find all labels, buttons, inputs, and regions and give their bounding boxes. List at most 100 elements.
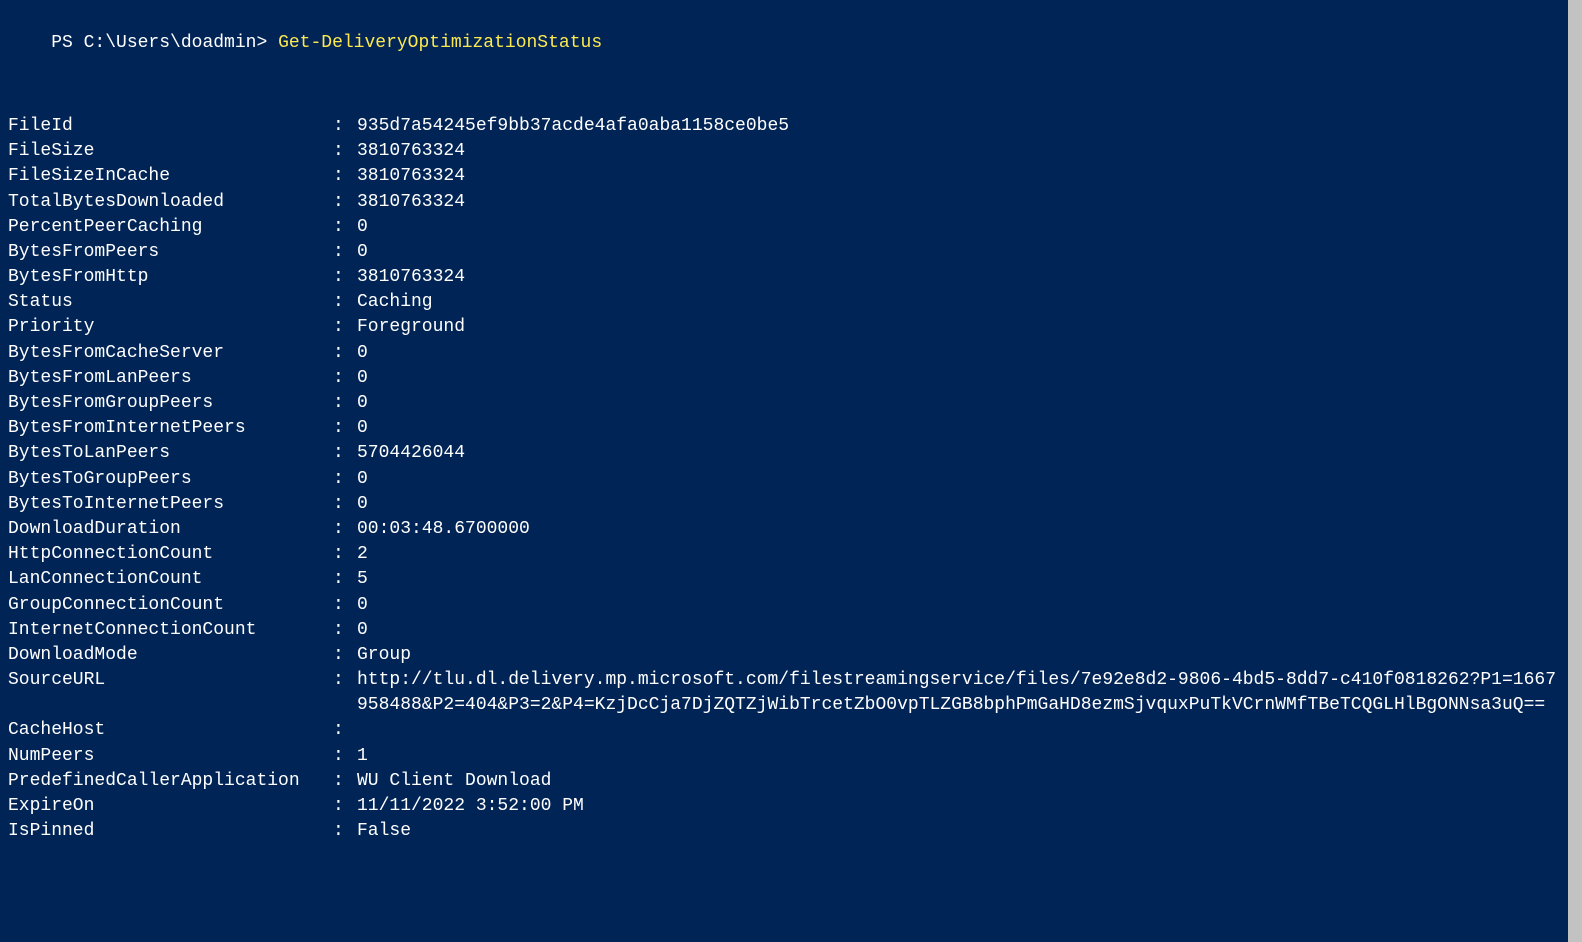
result-key: Status [8,290,333,315]
result-separator: : [333,618,357,643]
result-row: Status: Caching [8,290,1556,315]
result-row: DownloadMode: Group [8,643,1556,668]
result-row: BytesToGroupPeers: 0 [8,467,1556,492]
result-value: 3810763324 [357,139,1556,164]
result-row: CacheHost: [8,718,1556,743]
result-row: Priority: Foreground [8,315,1556,340]
result-separator: : [333,517,357,542]
result-separator: : [333,139,357,164]
result-value: 3810763324 [357,164,1556,189]
result-row: BytesFromInternetPeers: 0 [8,416,1556,441]
result-value: 5704426044 [357,441,1556,466]
result-row: BytesToInternetPeers: 0 [8,492,1556,517]
result-value: WU Client Download [357,769,1556,794]
result-row: TotalBytesDownloaded: 3810763324 [8,190,1556,215]
result-value: 5 [357,567,1556,592]
result-value: 0 [357,593,1556,618]
result-separator: : [333,794,357,819]
result-row: BytesToLanPeers: 5704426044 [8,441,1556,466]
result-row: BytesFromLanPeers: 0 [8,366,1556,391]
result-value: 0 [357,618,1556,643]
result-separator: : [333,593,357,618]
result-separator: : [333,215,357,240]
result-row: SourceURL: http://tlu.dl.delivery.mp.mic… [8,668,1556,718]
result-separator: : [333,567,357,592]
result-key: BytesToInternetPeers [8,492,333,517]
result-row: BytesFromPeers: 0 [8,240,1556,265]
result-value: 0 [357,341,1556,366]
result-key: DownloadMode [8,643,333,668]
result-key: BytesFromPeers [8,240,333,265]
result-separator: : [333,542,357,567]
result-key: BytesFromLanPeers [8,366,333,391]
result-separator: : [333,769,357,794]
result-row: BytesFromGroupPeers: 0 [8,391,1556,416]
terminal-output: PS C:\Users\doadmin> Get-DeliveryOptimiz… [8,6,1574,844]
vertical-scrollbar[interactable] [1568,0,1582,942]
result-key: NumPeers [8,744,333,769]
result-value: http://tlu.dl.delivery.mp.microsoft.com/… [357,668,1556,718]
result-key: FileSizeInCache [8,164,333,189]
result-key: ExpireOn [8,794,333,819]
result-key: BytesFromHttp [8,265,333,290]
result-separator: : [333,416,357,441]
result-value: Group [357,643,1556,668]
result-row: InternetConnectionCount: 0 [8,618,1556,643]
result-key: PercentPeerCaching [8,215,333,240]
result-key: BytesFromInternetPeers [8,416,333,441]
result-separator: : [333,744,357,769]
result-separator: : [333,391,357,416]
result-value: 0 [357,240,1556,265]
result-key: FileId [8,114,333,139]
result-key: BytesToGroupPeers [8,467,333,492]
result-key: GroupConnectionCount [8,593,333,618]
result-key: Priority [8,315,333,340]
result-row: LanConnectionCount: 5 [8,567,1556,592]
result-value: 2 [357,542,1556,567]
result-value: False [357,819,1556,844]
result-row: BytesFromHttp: 3810763324 [8,265,1556,290]
prompt-prefix: PS C:\Users\doadmin> [51,33,278,53]
result-key: HttpConnectionCount [8,542,333,567]
result-separator: : [333,114,357,139]
result-separator: : [333,467,357,492]
result-row: BytesFromCacheServer: 0 [8,341,1556,366]
result-separator: : [333,290,357,315]
result-separator: : [333,341,357,366]
result-value: 0 [357,467,1556,492]
result-separator: : [333,819,357,844]
result-row: DownloadDuration: 00:03:48.6700000 [8,517,1556,542]
result-list: FileId: 935d7a54245ef9bb37acde4afa0aba11… [8,114,1556,844]
result-row: PredefinedCallerApplication: WU Client D… [8,769,1556,794]
result-key: IsPinned [8,819,333,844]
result-value: 00:03:48.6700000 [357,517,1556,542]
result-row: FileSize: 3810763324 [8,139,1556,164]
result-value: 0 [357,416,1556,441]
result-value: Caching [357,290,1556,315]
result-separator: : [333,164,357,189]
result-value: Foreground [357,315,1556,340]
result-separator: : [333,668,357,693]
result-value: 11/11/2022 3:52:00 PM [357,794,1556,819]
result-row: IsPinned: False [8,819,1556,844]
result-key: BytesFromCacheServer [8,341,333,366]
result-row: FileSizeInCache: 3810763324 [8,164,1556,189]
result-separator: : [333,718,357,743]
result-key: LanConnectionCount [8,567,333,592]
result-value: 0 [357,215,1556,240]
result-value: 1 [357,744,1556,769]
result-separator: : [333,492,357,517]
result-value: 3810763324 [357,265,1556,290]
result-separator: : [333,265,357,290]
result-row: PercentPeerCaching: 0 [8,215,1556,240]
result-row: NumPeers: 1 [8,744,1556,769]
result-key: CacheHost [8,718,333,743]
result-value: 0 [357,492,1556,517]
result-key: PredefinedCallerApplication [8,769,333,794]
result-value: 935d7a54245ef9bb37acde4afa0aba1158ce0be5 [357,114,1556,139]
result-value: 0 [357,391,1556,416]
result-separator: : [333,643,357,668]
result-separator: : [333,315,357,340]
result-value: 0 [357,366,1556,391]
result-row: HttpConnectionCount: 2 [8,542,1556,567]
